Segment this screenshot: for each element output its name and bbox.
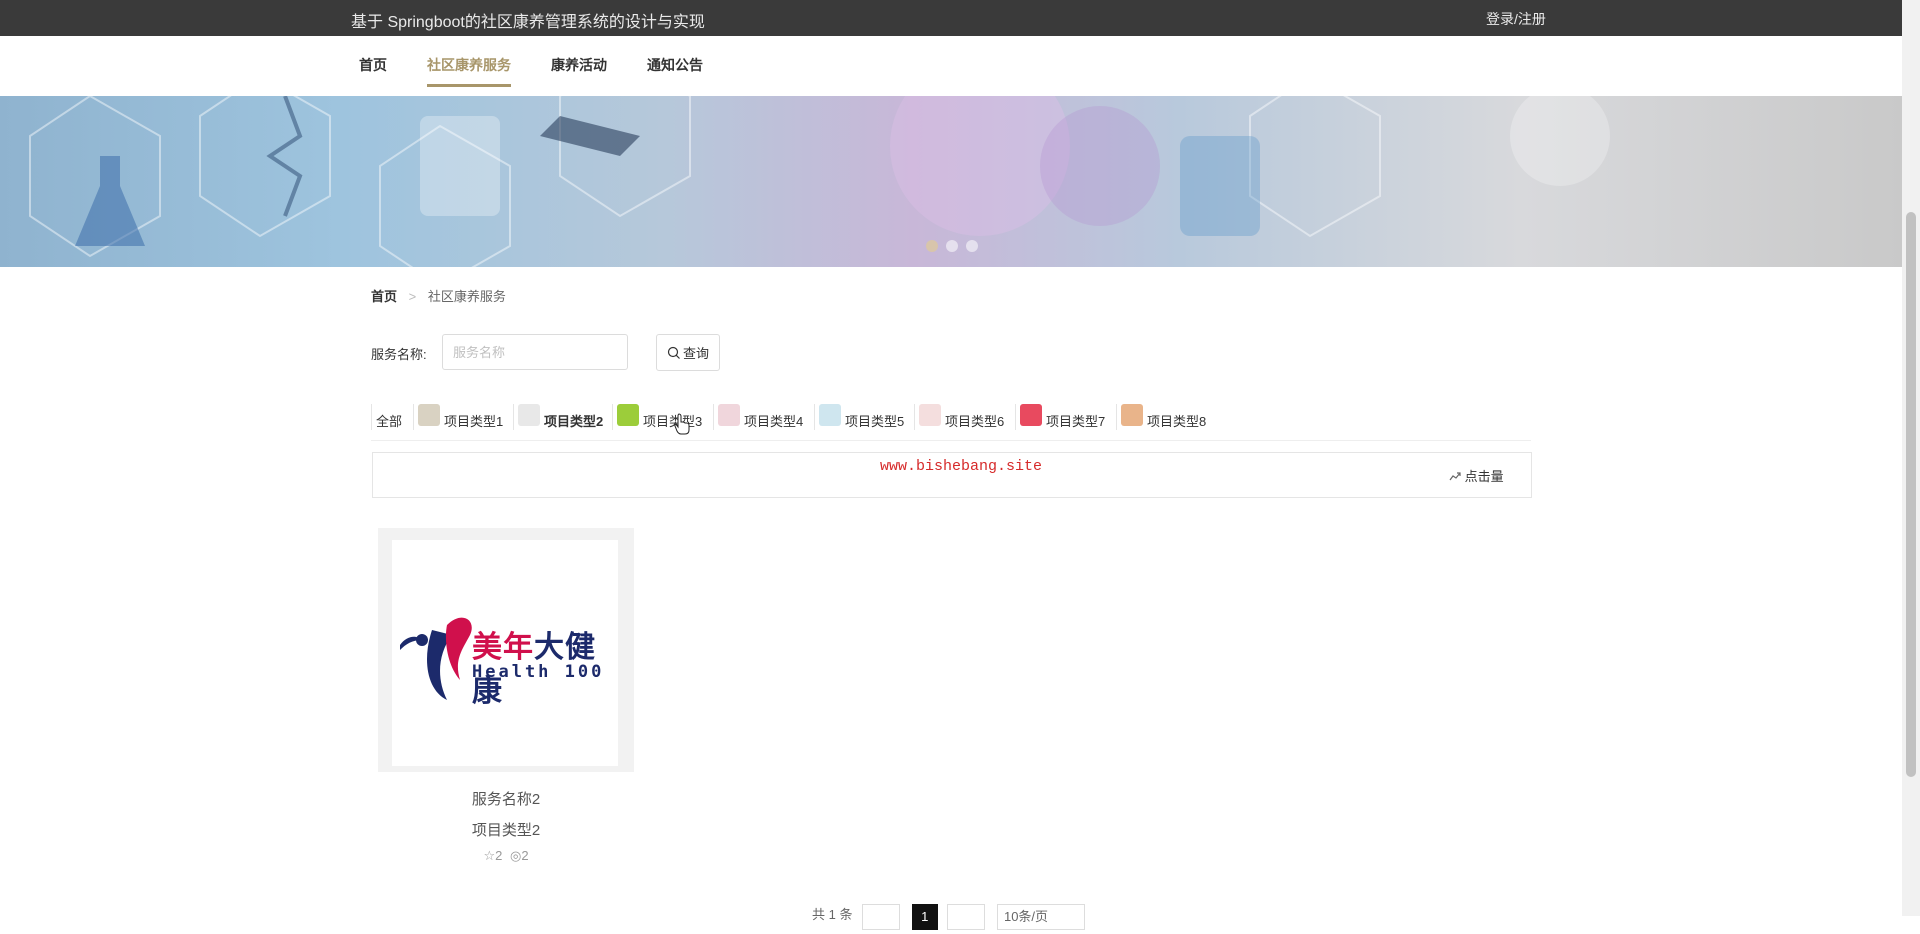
sort-label: 点击量 <box>1464 469 1504 484</box>
type-filter-tabs: 全部 项目类型1 项目类型2 项目类型3 项目类型4 项目类型5 项目类型6 项… <box>371 400 1531 441</box>
breadcrumb-separator: > <box>408 289 417 304</box>
nav-item-community-service[interactable]: 社区康养服务 <box>427 55 511 87</box>
eye-icon: ◎ <box>509 848 522 863</box>
service-stats: ☆2 ◎2 <box>378 848 634 864</box>
page-number-current[interactable]: 1 <box>911 904 938 930</box>
breadcrumb: 首页 > 社区康养服务 <box>371 286 506 305</box>
views-count: 2 <box>521 848 529 863</box>
scrollbar-thumb[interactable] <box>1906 212 1916 777</box>
tab-label: 项目类型1 <box>444 414 504 429</box>
top-bar: 基于 Springboot的社区康养管理系统的设计与实现 登录/注册 <box>0 0 1902 36</box>
tab-type-8[interactable]: 项目类型8 <box>1116 404 1206 430</box>
page-size-select[interactable]: 10条/页 <box>996 904 1085 930</box>
tab-type-2[interactable]: 项目类型2 <box>513 404 603 430</box>
page-scrollbar[interactable] <box>1902 0 1920 916</box>
tab-label: 项目类型2 <box>544 414 604 429</box>
tab-label: 全部 <box>376 414 403 429</box>
carousel-dot-2[interactable] <box>946 240 958 252</box>
tab-label: 项目类型8 <box>1147 414 1207 429</box>
prev-page-button[interactable] <box>862 904 901 930</box>
type2-thumbnail-icon <box>518 404 540 426</box>
search-button[interactable]: 查询 <box>656 334 720 371</box>
site-title: 基于 Springboot的社区康养管理系统的设计与实现 <box>351 14 705 31</box>
trend-icon <box>1449 472 1461 481</box>
carousel-dots <box>926 239 986 257</box>
pagination: 共 1 条 1 10条/页 <box>812 904 1085 934</box>
sort-bar: www.bishebang.site 点击量 <box>372 452 1532 498</box>
service-type: 项目类型2 <box>471 822 541 839</box>
logo-chinese-part1: 美年 <box>472 630 534 665</box>
breadcrumb-home[interactable]: 首页 <box>371 289 397 304</box>
tab-type-6[interactable]: 项目类型6 <box>914 404 1004 430</box>
nav-item-activities[interactable]: 康养活动 <box>551 55 607 84</box>
tab-label: 项目类型4 <box>744 414 804 429</box>
nav-item-home[interactable]: 首页 <box>359 55 387 84</box>
login-register-link[interactable]: 登录/注册 <box>1486 9 1546 29</box>
type5-thumbnail-icon <box>819 404 841 426</box>
service-card-image[interactable]: 美年大健康 Health 100 <box>378 528 634 772</box>
type8-thumbnail-icon <box>1121 404 1143 426</box>
banner-carousel[interactable] <box>0 96 1902 267</box>
main-nav: 首页 社区康养服务 康养活动 通知公告 <box>0 36 1902 96</box>
tab-label: 项目类型7 <box>1046 414 1106 429</box>
carousel-dot-3[interactable] <box>966 240 978 252</box>
likes-count: 2 <box>495 848 503 863</box>
tab-type-7[interactable]: 项目类型7 <box>1015 404 1105 430</box>
tab-label: 项目类型3 <box>643 414 703 429</box>
breadcrumb-current: 社区康养服务 <box>427 289 506 304</box>
type6-thumbnail-icon <box>919 404 941 426</box>
service-name-search-input[interactable] <box>442 334 628 370</box>
logo-english-text: Health 100 <box>472 662 605 682</box>
type7-thumbnail-icon <box>1020 404 1042 426</box>
tab-all[interactable]: 全部 <box>371 404 402 430</box>
tab-label: 项目类型5 <box>845 414 905 429</box>
pagination-total: 共 1 条 <box>812 907 853 922</box>
nav-item-notices[interactable]: 通知公告 <box>647 55 703 84</box>
type3-thumbnail-icon <box>617 404 639 426</box>
tab-type-4[interactable]: 项目类型4 <box>713 404 803 430</box>
carousel-dot-1[interactable] <box>926 240 938 252</box>
watermark-text: www.bishebang.site <box>880 458 1043 475</box>
type1-thumbnail-icon <box>418 404 440 426</box>
star-icon: ☆ <box>483 848 496 863</box>
tab-type-5[interactable]: 项目类型5 <box>814 404 904 430</box>
tab-type-1[interactable]: 项目类型1 <box>413 404 503 430</box>
service-card: 美年大健康 Health 100 服务名称2 项目类型2 ☆2 ◎2 <box>378 528 634 864</box>
next-page-button[interactable] <box>947 904 986 930</box>
hand-cursor-icon <box>674 413 690 435</box>
search-icon <box>667 346 680 359</box>
type4-thumbnail-icon <box>718 404 740 426</box>
service-name[interactable]: 服务名称2 <box>378 788 634 809</box>
service-logo: 美年大健康 Health 100 <box>392 540 618 766</box>
tab-label: 项目类型6 <box>945 414 1005 429</box>
search-label: 服务名称: <box>371 347 427 362</box>
search-button-label: 查询 <box>682 346 709 361</box>
sort-by-clicks[interactable]: 点击量 <box>1449 466 1504 485</box>
